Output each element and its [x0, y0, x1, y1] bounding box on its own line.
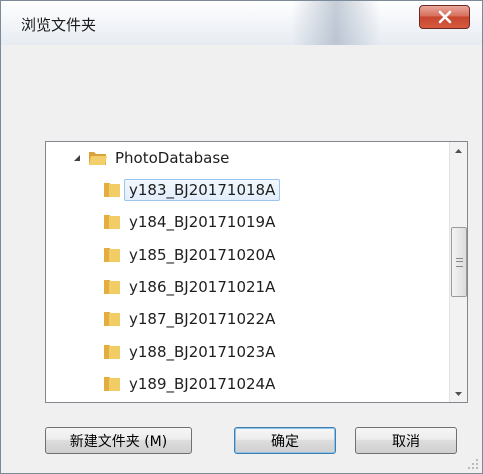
browse-folder-dialog: 浏览文件夹 PhotoDatabase y183_BJ20171018A y18… — [0, 0, 483, 474]
folder-tree[interactable]: PhotoDatabase y183_BJ20171018A y184_BJ20… — [45, 141, 468, 403]
tree-item-folder[interactable]: y184_BJ20171019A — [102, 210, 275, 234]
tree-item-label: y189_BJ20171024A — [129, 375, 276, 393]
folder-icon — [104, 345, 120, 359]
folder-icon — [104, 312, 120, 326]
scroll-up-button[interactable] — [450, 142, 467, 159]
dialog-title: 浏览文件夹 — [21, 16, 97, 34]
tree-item-label: y184_BJ20171019A — [129, 213, 276, 231]
folder-open-icon — [89, 152, 107, 165]
tree-item-folder[interactable]: y183_BJ20171018A — [102, 178, 281, 202]
close-icon — [438, 10, 451, 24]
tree-item-label: y188_BJ20171023A — [129, 343, 276, 361]
expanded-arrow-icon[interactable] — [72, 153, 82, 163]
folder-icon — [104, 215, 120, 229]
tree-item-folder[interactable]: y187_BJ20171022A — [102, 307, 275, 331]
title-bar[interactable]: 浏览文件夹 — [1, 1, 482, 45]
tree-item-label: y187_BJ20171022A — [129, 310, 276, 328]
tree-item-label: y185_BJ20171020A — [129, 246, 276, 264]
tree-item-root[interactable]: PhotoDatabase — [72, 146, 229, 170]
folder-icon — [104, 183, 120, 197]
new-folder-button[interactable]: 新建文件夹 (M) — [45, 427, 192, 454]
scroll-down-arrow-icon — [455, 391, 462, 396]
title-bar-glass — [291, 1, 381, 45]
cancel-button[interactable]: 取消 — [355, 427, 457, 454]
scroll-down-button[interactable] — [450, 385, 467, 402]
folder-icon — [104, 248, 120, 262]
folder-icon — [104, 280, 120, 294]
tree-item-folder[interactable]: y185_BJ20171020A — [102, 243, 275, 267]
close-button[interactable] — [419, 5, 470, 29]
tree-item-label: y186_BJ20171021A — [129, 278, 276, 296]
vertical-scrollbar[interactable] — [449, 142, 467, 402]
scrollbar-thumb[interactable] — [451, 227, 467, 297]
tree-item-folder[interactable]: y186_BJ20171021A — [102, 275, 275, 299]
tree-item-label: y183_BJ20171018A — [124, 179, 281, 201]
scroll-up-arrow-icon — [455, 148, 462, 153]
tree-item-folder[interactable]: y188_BJ20171023A — [102, 340, 275, 364]
resize-grip-icon[interactable] — [467, 458, 479, 470]
tree-item-label: PhotoDatabase — [115, 149, 230, 167]
scrollbar-grip-icon — [456, 258, 463, 267]
ok-button[interactable]: 确定 — [234, 427, 336, 454]
folder-icon — [104, 377, 120, 391]
tree-item-folder[interactable]: y189_BJ20171024A — [102, 372, 275, 396]
